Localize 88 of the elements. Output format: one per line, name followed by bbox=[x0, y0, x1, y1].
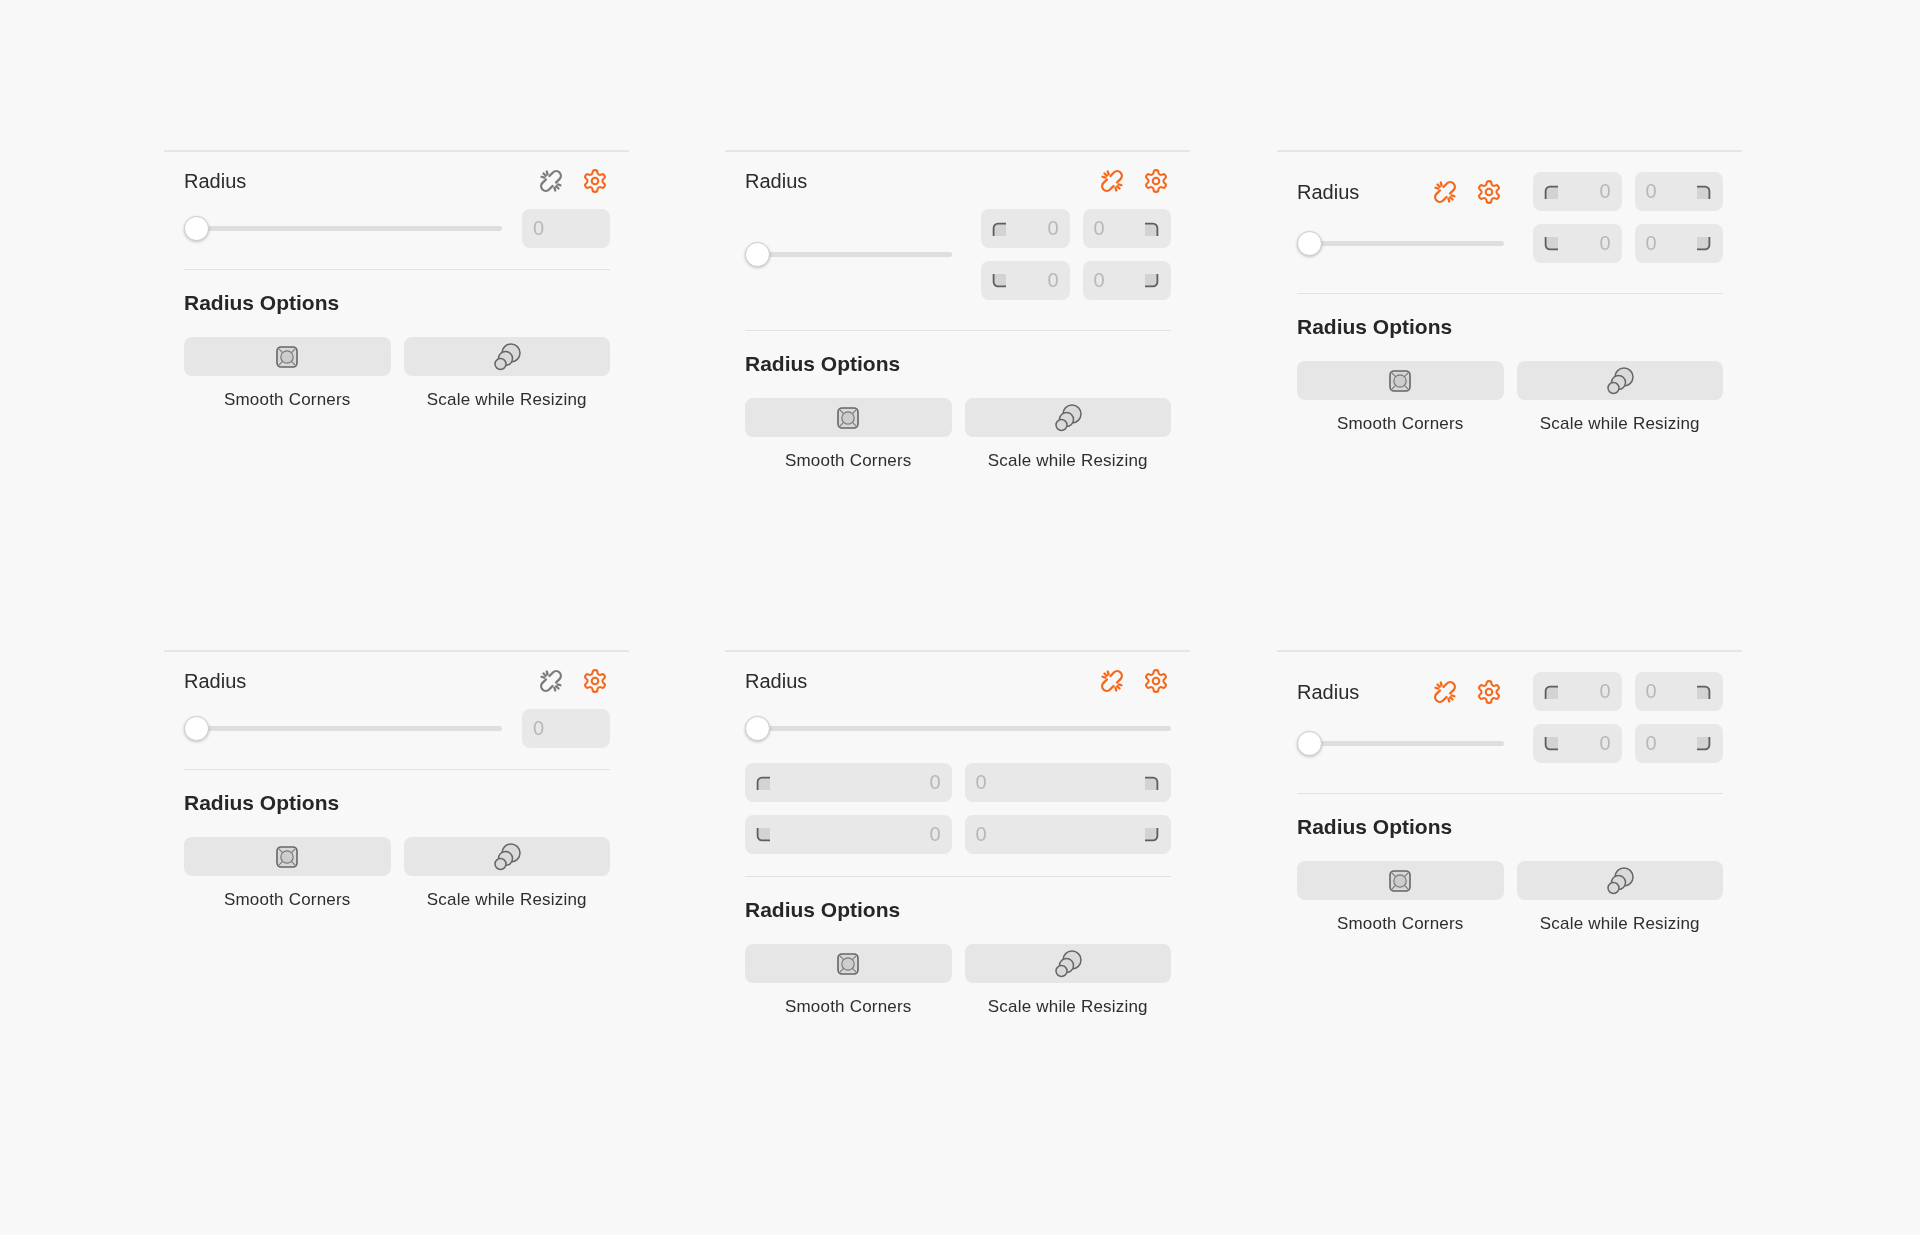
rounded-square-icon bbox=[837, 952, 860, 975]
option-label: Smooth Corners bbox=[223, 890, 351, 910]
smooth-corners-button[interactable] bbox=[184, 837, 391, 876]
broken-link-icon[interactable] bbox=[539, 169, 563, 193]
slider-track[interactable] bbox=[208, 226, 502, 231]
settings-icon[interactable] bbox=[1144, 669, 1168, 693]
section-title: Radius bbox=[1297, 179, 1360, 204]
scale-resize-button[interactable] bbox=[403, 337, 610, 376]
option-label: Scale while Resizing bbox=[426, 890, 587, 910]
smooth-corners-button[interactable] bbox=[745, 398, 952, 437]
section-title: Radius bbox=[184, 169, 247, 193]
option-label: Smooth Corners bbox=[1336, 414, 1464, 434]
section-title: Radius bbox=[745, 669, 808, 693]
smooth-corners-button[interactable] bbox=[1297, 361, 1504, 400]
section-title: Radius bbox=[184, 669, 247, 693]
section-heading: Radius Options bbox=[184, 791, 340, 815]
section-title: Radius bbox=[745, 169, 808, 193]
scale-resize-button[interactable] bbox=[964, 944, 1171, 983]
settings-icon[interactable] bbox=[1477, 679, 1501, 704]
section-heading: Radius Options bbox=[745, 898, 901, 922]
option-label: Scale while Resizing bbox=[426, 390, 587, 410]
section-heading: Radius Options bbox=[184, 291, 340, 315]
slider-track[interactable] bbox=[1321, 241, 1504, 246]
slider-thumb[interactable] bbox=[1297, 231, 1322, 256]
overlapping-circles-icon bbox=[492, 342, 521, 371]
section-title: Radius bbox=[1297, 679, 1360, 704]
scale-resize-button[interactable] bbox=[1516, 861, 1723, 900]
rounded-corner-icon bbox=[756, 828, 770, 842]
slider-thumb[interactable] bbox=[184, 216, 209, 241]
broken-link-icon[interactable] bbox=[1100, 169, 1124, 193]
rounded-corner-icon bbox=[1697, 185, 1711, 199]
option-label: Smooth Corners bbox=[784, 997, 912, 1017]
broken-link-icon[interactable] bbox=[539, 669, 563, 693]
section-heading: Radius Options bbox=[1297, 315, 1453, 339]
settings-icon[interactable] bbox=[583, 669, 607, 693]
smooth-corners-button[interactable] bbox=[1297, 861, 1504, 900]
rounded-square-icon bbox=[837, 406, 860, 429]
rounded-corner-icon bbox=[1145, 274, 1159, 288]
overlapping-circles-icon bbox=[1053, 403, 1082, 432]
option-label: Scale while Resizing bbox=[1539, 414, 1700, 434]
rounded-corner-icon bbox=[756, 776, 770, 790]
rounded-corner-icon bbox=[1145, 828, 1159, 842]
rounded-square-icon bbox=[276, 845, 299, 868]
slider-thumb[interactable] bbox=[1297, 731, 1322, 756]
rounded-square-icon bbox=[1389, 869, 1412, 892]
option-label: Smooth Corners bbox=[784, 451, 912, 471]
scale-resize-button[interactable] bbox=[403, 837, 610, 876]
rounded-corner-icon bbox=[992, 274, 1006, 288]
settings-icon[interactable] bbox=[583, 169, 607, 193]
rounded-corner-icon bbox=[1544, 237, 1558, 251]
rounded-corner-icon bbox=[1544, 185, 1558, 199]
settings-icon[interactable] bbox=[1144, 169, 1168, 193]
scale-resize-button[interactable] bbox=[964, 398, 1171, 437]
broken-link-icon[interactable] bbox=[1433, 179, 1457, 204]
rounded-square-icon bbox=[276, 345, 299, 368]
slider-track[interactable] bbox=[769, 252, 952, 257]
rounded-corner-icon bbox=[1697, 737, 1711, 751]
scale-resize-button[interactable] bbox=[1516, 361, 1723, 400]
overlapping-circles-icon bbox=[1605, 866, 1634, 895]
smooth-corners-button[interactable] bbox=[745, 944, 952, 983]
rounded-corner-icon bbox=[1544, 685, 1558, 699]
option-label: Scale while Resizing bbox=[987, 997, 1148, 1017]
slider-thumb[interactable] bbox=[745, 242, 770, 267]
rounded-corner-icon bbox=[1544, 737, 1558, 751]
overlapping-circles-icon bbox=[492, 842, 521, 871]
rounded-corner-icon bbox=[1697, 685, 1711, 699]
rounded-corner-icon bbox=[1145, 222, 1159, 236]
option-label: Scale while Resizing bbox=[987, 451, 1148, 471]
slider-track[interactable] bbox=[208, 726, 502, 731]
slider-track[interactable] bbox=[769, 726, 1171, 731]
slider-thumb[interactable] bbox=[745, 716, 770, 741]
rounded-corner-icon bbox=[1145, 776, 1159, 790]
section-heading: Radius Options bbox=[1297, 815, 1453, 839]
section-heading: Radius Options bbox=[745, 352, 901, 376]
broken-link-icon[interactable] bbox=[1100, 669, 1124, 693]
rounded-corner-icon bbox=[1697, 237, 1711, 251]
broken-link-icon[interactable] bbox=[1433, 679, 1457, 704]
overlapping-circles-icon bbox=[1605, 366, 1634, 395]
rounded-square-icon bbox=[1389, 369, 1412, 392]
overlapping-circles-icon bbox=[1053, 949, 1082, 978]
smooth-corners-button[interactable] bbox=[184, 337, 391, 376]
option-label: Smooth Corners bbox=[1336, 914, 1464, 934]
settings-icon[interactable] bbox=[1477, 179, 1501, 204]
slider-track[interactable] bbox=[1321, 741, 1504, 746]
option-label: Smooth Corners bbox=[223, 390, 351, 410]
rounded-corner-icon bbox=[992, 222, 1006, 236]
slider-thumb[interactable] bbox=[184, 716, 209, 741]
option-label: Scale while Resizing bbox=[1539, 914, 1700, 934]
